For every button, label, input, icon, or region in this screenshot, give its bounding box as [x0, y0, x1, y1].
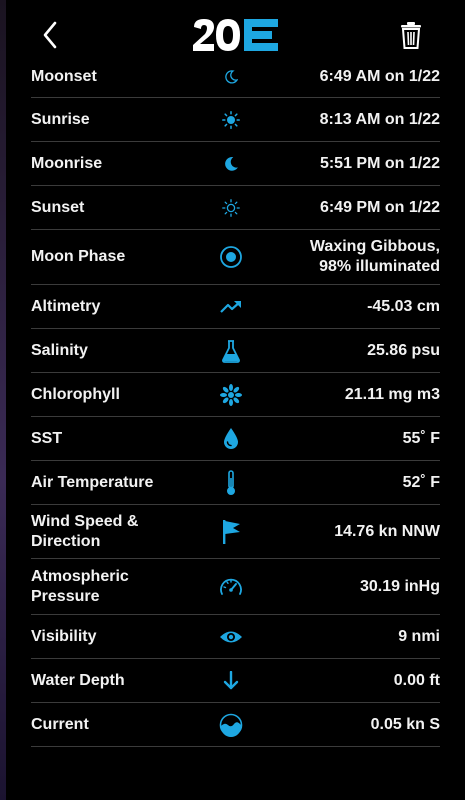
row-label-line1: Wind Speed & [31, 512, 139, 530]
row-label: Current [31, 715, 89, 733]
row-label: Sunrise [31, 110, 90, 128]
moon-phase-icon [217, 243, 245, 271]
row-label: Moonrise [31, 154, 103, 172]
row-label: Wind Speed & Direction [31, 505, 181, 558]
trash-icon [401, 22, 421, 49]
row-value: 9 nmi [398, 627, 440, 645]
list-item-current: Current 0.05 kn S [31, 703, 440, 747]
list-item-sst: SST 55˚ F [31, 417, 440, 461]
row-label-line2: Direction [31, 532, 101, 550]
list-item-sunset: Sunset 6:49 PM on 1/22 [31, 186, 440, 230]
row-label-line1: Atmospheric [31, 567, 129, 585]
row-label: Water Depth [31, 671, 125, 689]
list-item-water-depth: Water Depth 0.00 ft [31, 659, 440, 703]
row-value: 30.19 inHg [359, 577, 440, 595]
row-value: 5:51 PM on 1/22 [319, 154, 440, 172]
delete-button[interactable] [397, 18, 425, 52]
left-edge-strip [0, 0, 6, 800]
row-label: Altimetry [31, 297, 101, 315]
sun-icon [217, 106, 245, 134]
list-item-air-temperature: Air Temperature 52˚ F [31, 461, 440, 505]
chevron-left-icon [43, 21, 57, 49]
row-value: 6:49 PM on 1/22 [319, 198, 440, 216]
thermometer-icon [217, 469, 245, 497]
conditions-list: Moonset 6:49 AM on 1/22 Sunrise 8:13 AM … [31, 57, 440, 747]
row-value: 0.05 kn S [370, 715, 440, 733]
row-label: Salinity [31, 341, 88, 359]
row-value: 0.00 ft [393, 671, 440, 689]
row-label: Sunset [31, 198, 85, 216]
chlorophyll-icon [217, 381, 245, 409]
row-value: 14.76 kn NNW [334, 522, 440, 540]
list-item-wind: Wind Speed & Direction 14.76 kn NNW [31, 505, 440, 559]
flag-icon [217, 518, 245, 546]
list-item-salinity: Salinity 25.86 psu [31, 329, 440, 373]
row-label: Chlorophyll [31, 385, 120, 403]
current-icon [217, 711, 245, 739]
moon-illumination: 98% illuminated [319, 258, 440, 275]
flask-icon [217, 337, 245, 365]
water-drop-icon [217, 425, 245, 453]
moon-icon [217, 63, 245, 91]
back-button[interactable] [36, 18, 64, 52]
eye-icon [217, 623, 245, 651]
list-item-visibility: Visibility 9 nmi [31, 615, 440, 659]
list-item-moon-phase: Moon Phase Waxing Gibbous, 98% illuminat… [31, 230, 440, 285]
list-item-altimetry: Altimetry -45.03 cm [31, 285, 440, 329]
row-label: Visibility [31, 627, 97, 645]
gauge-icon [217, 573, 245, 601]
row-label: Moon Phase [31, 248, 126, 265]
list-item-chlorophyll: Chlorophyll 21.11 mg m3 [31, 373, 440, 417]
list-item-moonset: Moonset 6:49 AM on 1/22 [31, 57, 440, 98]
row-value: 52˚ F [402, 473, 440, 491]
trending-up-icon [217, 293, 245, 321]
row-label: Moonset [31, 68, 97, 85]
row-label: Air Temperature [31, 473, 154, 491]
row-value: 21.11 mg m3 [344, 385, 440, 403]
moon-icon [217, 150, 245, 178]
arrow-down-icon [217, 667, 245, 695]
row-label: SST [31, 429, 63, 447]
row-label-line2: Pressure [31, 587, 100, 605]
row-value: 55˚ F [402, 429, 440, 447]
sun-outline-icon [217, 194, 245, 222]
row-value: 6:49 AM on 1/22 [319, 68, 440, 85]
list-item-sunrise: Sunrise 8:13 AM on 1/22 [31, 98, 440, 142]
row-value: -45.03 cm [367, 297, 440, 315]
row-value: Waxing Gibbous, 98% illuminated [310, 230, 440, 284]
list-item-pressure: Atmospheric Pressure 30.19 inHg [31, 559, 440, 615]
row-value: 25.86 psu [367, 341, 440, 359]
app-logo [192, 17, 280, 53]
moon-phase-name: Waxing Gibbous, [309, 238, 440, 255]
list-item-moonrise: Moonrise 5:51 PM on 1/22 [31, 142, 440, 186]
row-value: 8:13 AM on 1/22 [319, 110, 440, 128]
row-label: Atmospheric Pressure [31, 559, 181, 614]
